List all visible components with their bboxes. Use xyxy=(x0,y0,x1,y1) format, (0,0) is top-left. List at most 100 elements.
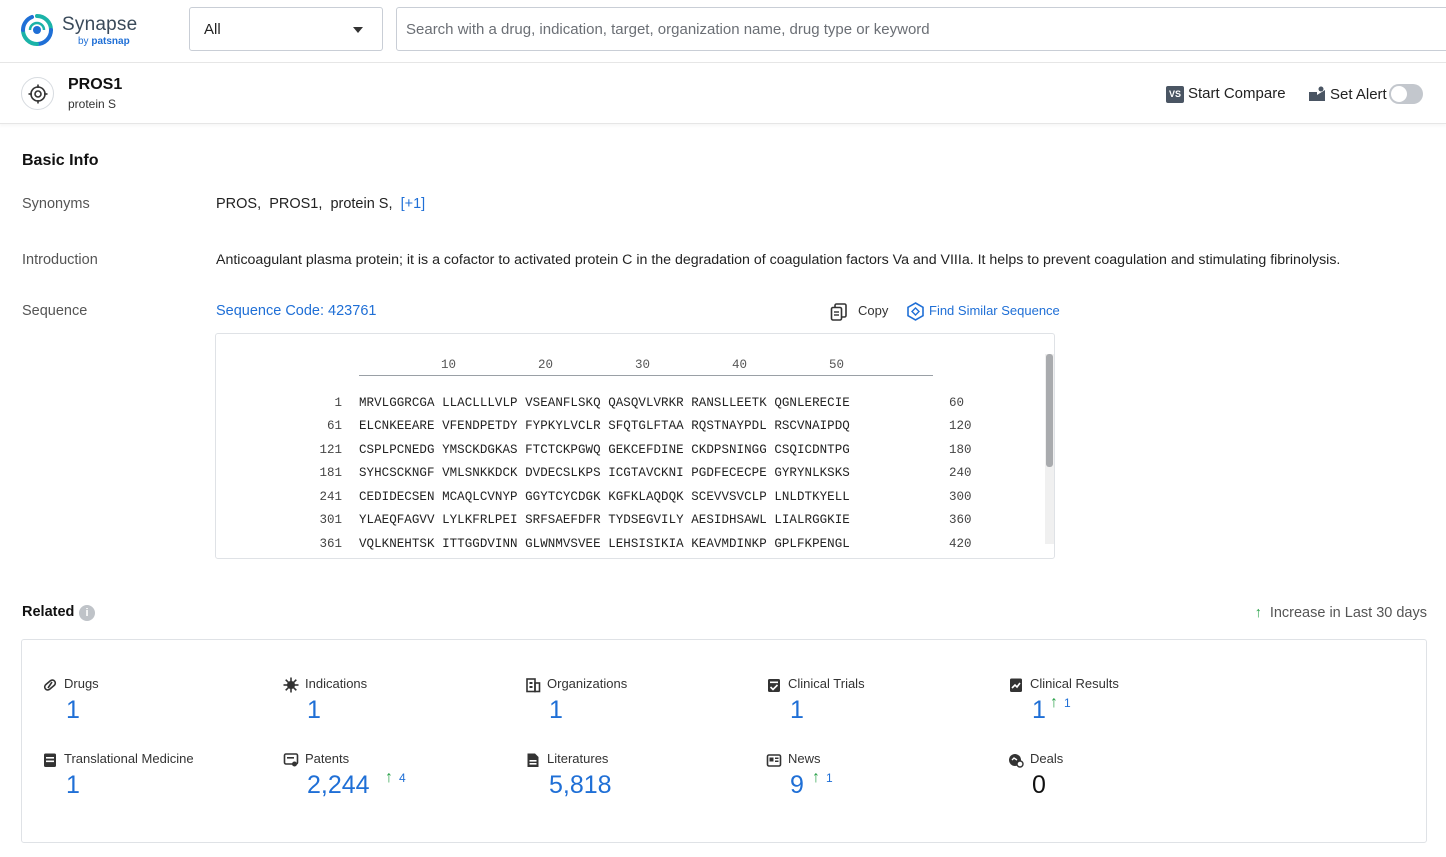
copy-label: Copy xyxy=(858,303,888,318)
sequence-line-end: 360 xyxy=(949,513,972,527)
basic-info-title: Basic Info xyxy=(22,152,98,170)
stat-clinical-results: Clinical Results 1 ↑1 xyxy=(1008,676,1238,736)
sequence-line-end: 120 xyxy=(949,419,972,433)
stat-indications: Indications 1 xyxy=(283,676,513,736)
entity-name: PROS1 xyxy=(68,76,122,94)
synapse-logo[interactable]: Synapse by patsnap xyxy=(20,12,140,50)
stat-value[interactable]: 1 xyxy=(1032,696,1046,725)
search-input[interactable] xyxy=(396,7,1446,51)
sequence-line-start: 181 xyxy=(286,466,342,480)
stat-value: 0 xyxy=(1032,771,1046,800)
stat-news: News 9 ↑1 xyxy=(766,751,996,811)
stat-label: Patents xyxy=(305,751,349,766)
literature-icon xyxy=(525,752,541,768)
alert-icon xyxy=(1308,86,1326,102)
scrollbar-thumb[interactable] xyxy=(1046,354,1053,467)
sequence-line-start: 1 xyxy=(286,396,342,410)
stat-value[interactable]: 9 xyxy=(790,771,804,800)
stat-value[interactable]: 5,818 xyxy=(549,771,612,800)
compare-icon: VS xyxy=(1166,86,1184,103)
sequence-line-start: 301 xyxy=(286,513,342,527)
stat-label: Translational Medicine xyxy=(64,751,194,766)
ruler-tick: 50 xyxy=(829,358,844,372)
stat-label: Clinical Trials xyxy=(788,676,865,691)
ruler-tick: 30 xyxy=(635,358,650,372)
stat-increase: ↑4 xyxy=(385,769,406,787)
sequence-label: Sequence xyxy=(22,303,87,319)
sequence-line-end: 180 xyxy=(949,443,972,457)
stat-label: Indications xyxy=(305,676,367,691)
search-scope-value: All xyxy=(204,21,221,38)
brand-name: Synapse xyxy=(62,14,137,36)
stat-clinical-trials: Clinical Trials 1 xyxy=(766,676,996,736)
handshake-icon xyxy=(1008,752,1024,768)
stat-increase: ↑1 xyxy=(812,769,833,787)
arrow-up-icon: ↑ xyxy=(1050,694,1058,711)
sequence-residues: CEDIDECSEN MCAQLCVNYP GGYTCYCDGK KGFKLAQ… xyxy=(359,490,850,504)
stat-literatures: Literatures 5,818 xyxy=(525,751,755,811)
start-compare-label: Start Compare xyxy=(1188,85,1286,102)
increase-legend: ↑Increase in Last 30 days xyxy=(1255,605,1427,621)
stat-value[interactable]: 2,244 xyxy=(307,771,370,800)
sequence-residues: SYHCSCKNGF VMLSNKKDCK DVDECSLKPS ICGTAVC… xyxy=(359,466,850,480)
virus-icon xyxy=(283,677,299,693)
stat-label: Organizations xyxy=(547,676,627,691)
sequence-line-start: 121 xyxy=(286,443,342,457)
stat-label: Deals xyxy=(1030,751,1063,766)
sequence-line-start: 361 xyxy=(286,537,342,551)
sequence-line-start: 61 xyxy=(286,419,342,433)
synonyms-more-link[interactable]: [+1] xyxy=(401,196,426,212)
stat-deals: Deals 0 xyxy=(1008,751,1238,811)
synonym-item: PROS, xyxy=(216,196,261,212)
related-title: Related xyxy=(22,604,74,620)
patent-icon xyxy=(283,752,299,768)
similar-sequence-icon xyxy=(906,302,925,321)
toggle-knob xyxy=(1391,86,1407,102)
stat-organizations: Organizations 1 xyxy=(525,676,755,736)
stat-value[interactable]: 1 xyxy=(66,771,80,800)
arrow-up-icon: ↑ xyxy=(812,769,820,786)
set-alert-toggle[interactable] xyxy=(1389,84,1423,104)
ruler-tick: 20 xyxy=(538,358,553,372)
entity-subtitle: protein S xyxy=(68,97,116,111)
stat-value[interactable]: 1 xyxy=(790,696,804,725)
synonym-item: PROS1, xyxy=(269,196,322,212)
synonym-item: protein S, xyxy=(330,196,392,212)
stat-label: Clinical Results xyxy=(1030,676,1119,691)
sequence-line-start: 241 xyxy=(286,490,342,504)
sequence-residues: VQLKNEHTSK ITTGGDVINN GLWNMVSVEE LEHSISI… xyxy=(359,537,850,551)
brand-byline: by patsnap xyxy=(78,36,130,47)
synapse-logo-icon xyxy=(20,13,54,47)
info-icon[interactable]: i xyxy=(79,605,95,621)
pill-icon xyxy=(42,677,58,693)
arrow-up-icon: ↑ xyxy=(385,769,393,786)
sequence-residues: ELCNKEEARE VFENDPETDY FYPKYLVCLR SFQTGLF… xyxy=(359,419,850,433)
stat-patents: Patents 2,244 ↑4 xyxy=(283,751,513,811)
related-stats-card: Drugs 1 Indications 1 Organizations 1 Cl… xyxy=(21,639,1427,843)
stat-label: Drugs xyxy=(64,676,99,691)
sequence-scrollbar[interactable] xyxy=(1045,354,1054,544)
stat-value[interactable]: 1 xyxy=(307,696,321,725)
document-icon xyxy=(42,752,58,768)
sequence-viewer[interactable]: 10 20 30 40 50 1MRVLGGRCGA LLACLLLVLP VS… xyxy=(215,333,1055,559)
search-scope-select[interactable]: All xyxy=(189,7,383,51)
chart-report-icon xyxy=(1008,677,1024,693)
stat-value[interactable]: 1 xyxy=(66,696,80,725)
stat-label: News xyxy=(788,751,821,766)
introduction-text: Anticoagulant plasma protein; it is a co… xyxy=(216,252,1340,268)
stat-value[interactable]: 1 xyxy=(549,696,563,725)
sequence-residues: YLAEQFAGVV LYLKFRLPEI SRFSAEFDFR TYDSEGV… xyxy=(359,513,850,527)
set-alert-label: Set Alert xyxy=(1330,86,1387,103)
sequence-residues: CSPLPCNEDG YMSCKDGKAS FTCTCKPGWQ GEKCEFD… xyxy=(359,443,850,457)
find-similar-sequence-label: Find Similar Sequence xyxy=(929,303,1060,318)
stat-drugs: Drugs 1 xyxy=(42,676,272,736)
top-bar: Synapse by patsnap All xyxy=(0,0,1446,63)
sequence-code-link[interactable]: Sequence Code: 423761 xyxy=(216,303,376,319)
sequence-line-end: 60 xyxy=(949,396,964,410)
caret-down-icon xyxy=(353,27,363,33)
building-icon xyxy=(525,677,541,693)
arrow-up-icon: ↑ xyxy=(1255,605,1262,621)
sequence-content: 10 20 30 40 50 1MRVLGGRCGA LLACLLLVLP VS… xyxy=(216,334,1042,558)
ruler-tick: 10 xyxy=(441,358,456,372)
stat-increase: ↑1 xyxy=(1050,694,1071,712)
